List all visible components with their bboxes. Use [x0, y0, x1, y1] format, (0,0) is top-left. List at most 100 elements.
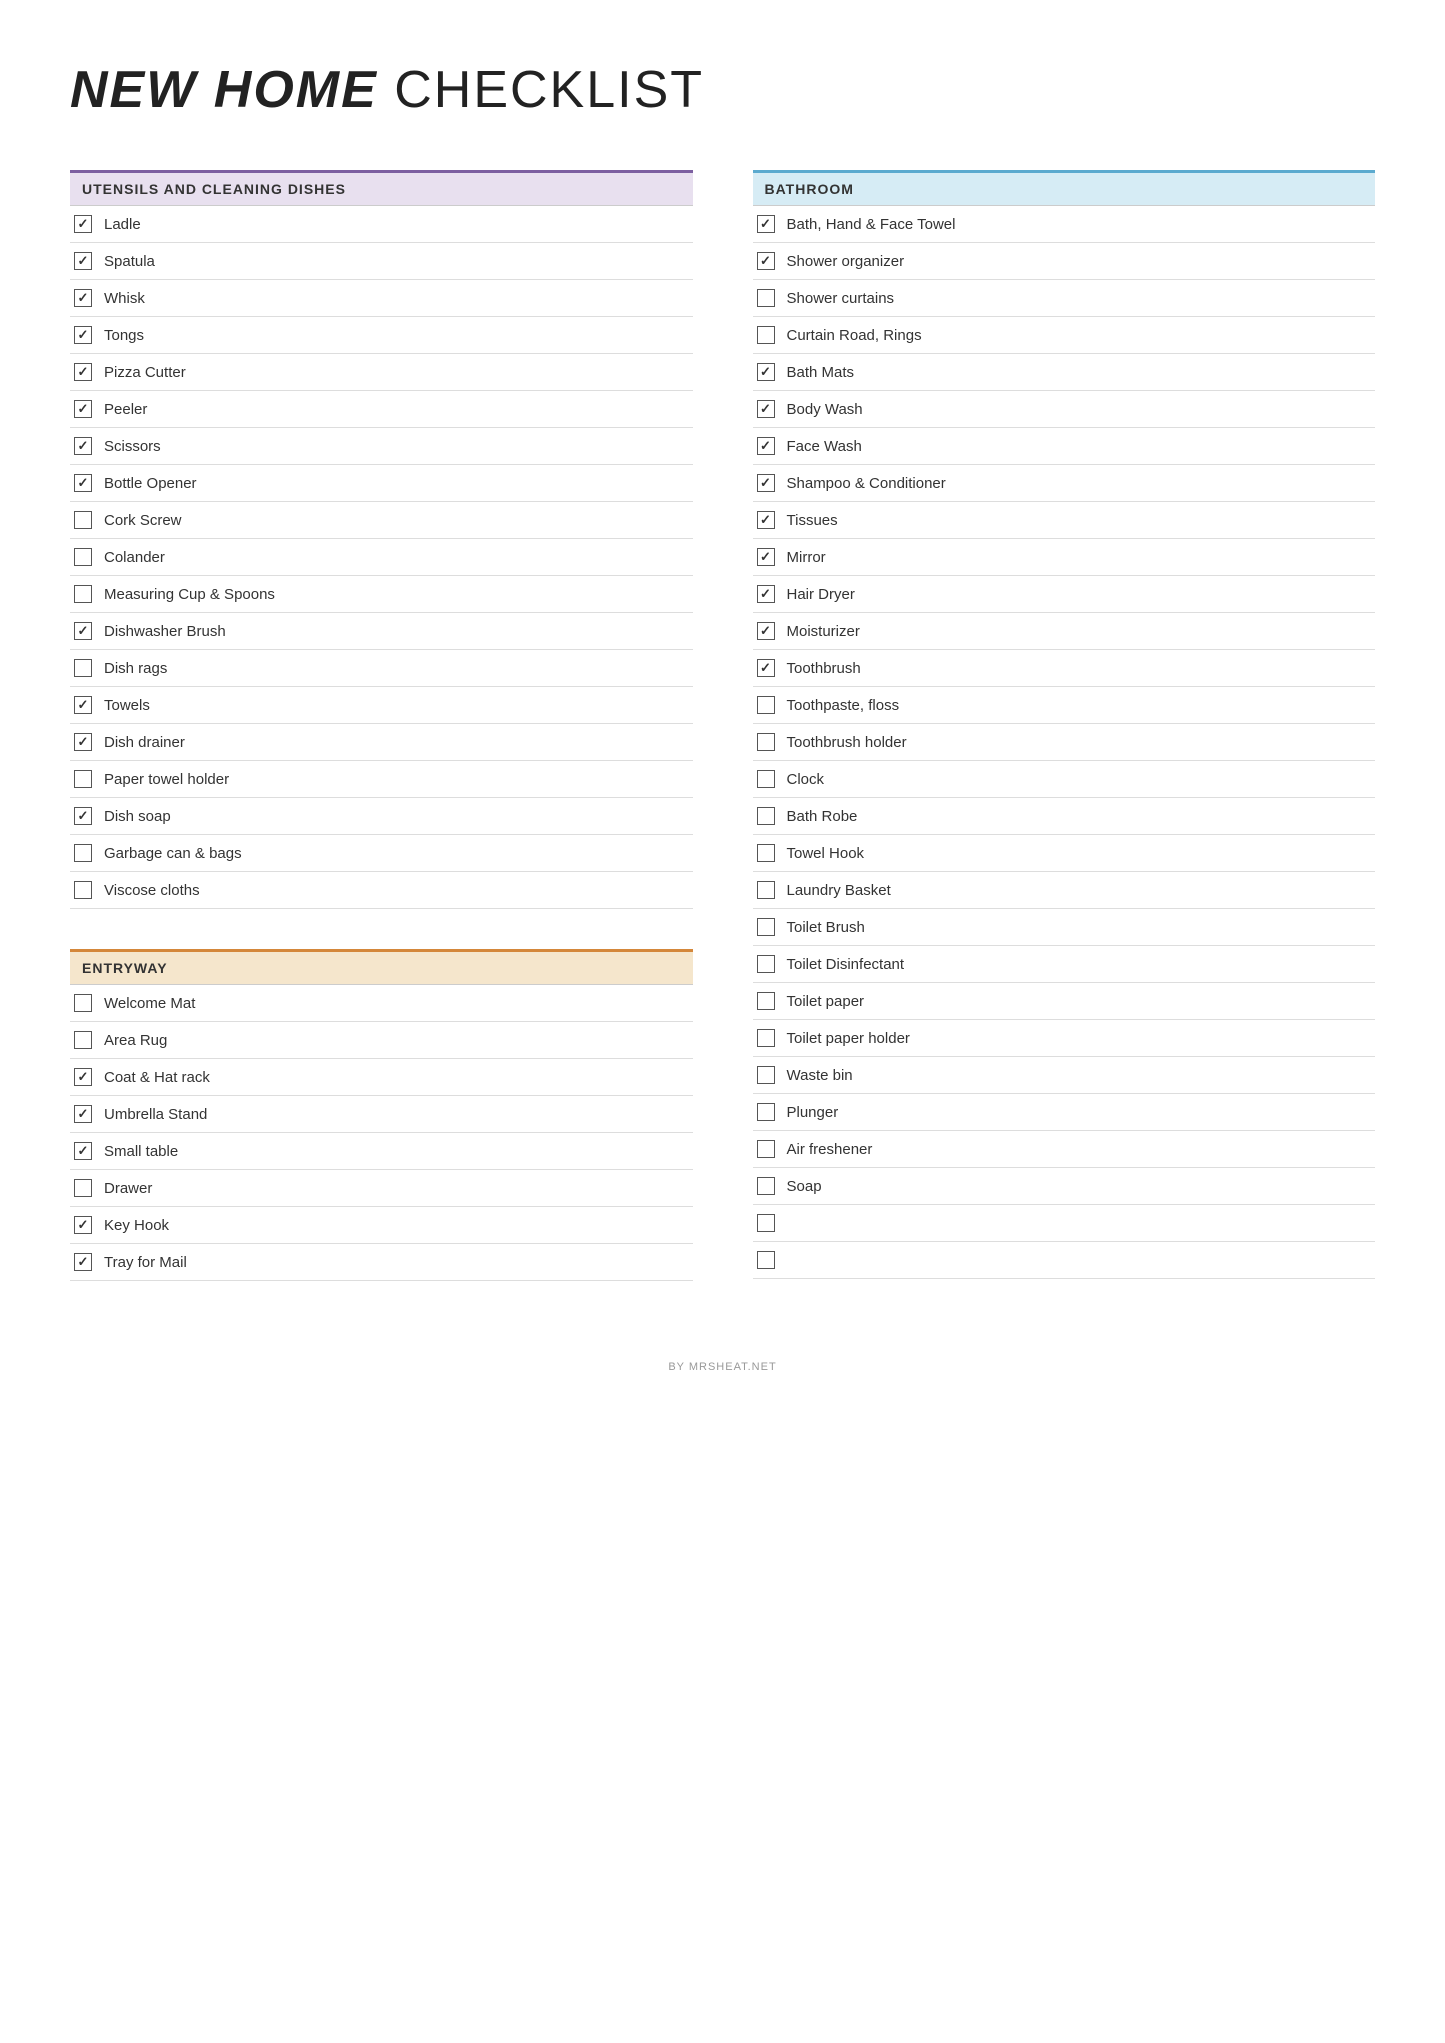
list-item[interactable]: Dishwasher Brush — [70, 613, 693, 650]
list-item[interactable]: Colander — [70, 539, 693, 576]
checkbox[interactable] — [757, 881, 775, 899]
checkbox[interactable] — [74, 548, 92, 566]
list-item[interactable]: Cork Screw — [70, 502, 693, 539]
list-item[interactable]: Scissors — [70, 428, 693, 465]
list-item[interactable]: Tissues — [753, 502, 1376, 539]
list-item[interactable]: Dish rags — [70, 650, 693, 687]
checkbox[interactable] — [74, 326, 92, 344]
list-item[interactable]: Spatula — [70, 243, 693, 280]
checkbox[interactable] — [74, 1253, 92, 1271]
list-item[interactable]: Clock — [753, 761, 1376, 798]
checkbox[interactable] — [757, 807, 775, 825]
list-item[interactable]: Hair Dryer — [753, 576, 1376, 613]
list-item[interactable]: Toothbrush — [753, 650, 1376, 687]
checkbox[interactable] — [74, 1179, 92, 1197]
list-item[interactable]: Area Rug — [70, 1022, 693, 1059]
list-item[interactable]: Drawer — [70, 1170, 693, 1207]
checkbox[interactable] — [757, 992, 775, 1010]
list-item[interactable]: Paper towel holder — [70, 761, 693, 798]
checkbox[interactable] — [74, 1216, 92, 1234]
list-item[interactable]: Bath, Hand & Face Towel — [753, 206, 1376, 243]
checkbox[interactable] — [74, 437, 92, 455]
checkbox[interactable] — [757, 844, 775, 862]
list-item[interactable]: Whisk — [70, 280, 693, 317]
list-item[interactable]: Curtain Road, Rings — [753, 317, 1376, 354]
checkbox[interactable] — [757, 511, 775, 529]
checkbox[interactable] — [74, 994, 92, 1012]
list-item[interactable]: Pizza Cutter — [70, 354, 693, 391]
checkbox[interactable] — [74, 1105, 92, 1123]
checkbox[interactable] — [757, 215, 775, 233]
list-item[interactable]: Shower organizer — [753, 243, 1376, 280]
checkbox[interactable] — [74, 844, 92, 862]
checkbox[interactable] — [74, 215, 92, 233]
list-item[interactable]: Laundry Basket — [753, 872, 1376, 909]
list-item[interactable]: Tray for Mail — [70, 1244, 693, 1281]
checkbox[interactable] — [757, 918, 775, 936]
list-item[interactable]: Dish soap — [70, 798, 693, 835]
list-item[interactable]: Tongs — [70, 317, 693, 354]
list-item[interactable]: Plunger — [753, 1094, 1376, 1131]
checkbox[interactable] — [74, 289, 92, 307]
list-item[interactable] — [753, 1205, 1376, 1242]
list-item[interactable] — [753, 1242, 1376, 1279]
list-item[interactable]: Bath Mats — [753, 354, 1376, 391]
list-item[interactable]: Mirror — [753, 539, 1376, 576]
checkbox[interactable] — [757, 400, 775, 418]
list-item[interactable]: Key Hook — [70, 1207, 693, 1244]
list-item[interactable]: Waste bin — [753, 1057, 1376, 1094]
list-item[interactable]: Shower curtains — [753, 280, 1376, 317]
list-item[interactable]: Body Wash — [753, 391, 1376, 428]
list-item[interactable]: Air freshener — [753, 1131, 1376, 1168]
checkbox[interactable] — [757, 1066, 775, 1084]
checkbox[interactable] — [757, 1251, 775, 1269]
checkbox[interactable] — [757, 585, 775, 603]
checkbox[interactable] — [74, 881, 92, 899]
list-item[interactable]: Toilet Brush — [753, 909, 1376, 946]
list-item[interactable]: Bath Robe — [753, 798, 1376, 835]
checkbox[interactable] — [74, 696, 92, 714]
list-item[interactable]: Soap — [753, 1168, 1376, 1205]
checkbox[interactable] — [757, 696, 775, 714]
checkbox[interactable] — [74, 1142, 92, 1160]
checkbox[interactable] — [757, 326, 775, 344]
list-item[interactable]: Umbrella Stand — [70, 1096, 693, 1133]
checkbox[interactable] — [757, 622, 775, 640]
checkbox[interactable] — [757, 1177, 775, 1195]
checkbox[interactable] — [74, 1068, 92, 1086]
checkbox[interactable] — [74, 585, 92, 603]
list-item[interactable]: Toothpaste, floss — [753, 687, 1376, 724]
checkbox[interactable] — [74, 400, 92, 418]
checkbox[interactable] — [757, 252, 775, 270]
checkbox[interactable] — [757, 548, 775, 566]
list-item[interactable]: Toilet paper — [753, 983, 1376, 1020]
checkbox[interactable] — [757, 733, 775, 751]
list-item[interactable]: Dish drainer — [70, 724, 693, 761]
checkbox[interactable] — [757, 659, 775, 677]
checkbox[interactable] — [74, 622, 92, 640]
list-item[interactable]: Garbage can & bags — [70, 835, 693, 872]
checkbox[interactable] — [757, 289, 775, 307]
checkbox[interactable] — [757, 363, 775, 381]
checkbox[interactable] — [74, 511, 92, 529]
list-item[interactable]: Measuring Cup & Spoons — [70, 576, 693, 613]
checkbox[interactable] — [757, 474, 775, 492]
checkbox[interactable] — [74, 1031, 92, 1049]
list-item[interactable]: Toilet paper holder — [753, 1020, 1376, 1057]
list-item[interactable]: Face Wash — [753, 428, 1376, 465]
checkbox[interactable] — [74, 363, 92, 381]
list-item[interactable]: Coat & Hat rack — [70, 1059, 693, 1096]
checkbox[interactable] — [757, 437, 775, 455]
list-item[interactable]: Peeler — [70, 391, 693, 428]
checkbox[interactable] — [757, 955, 775, 973]
list-item[interactable]: Ladle — [70, 206, 693, 243]
list-item[interactable]: Towels — [70, 687, 693, 724]
checkbox[interactable] — [74, 770, 92, 788]
checkbox[interactable] — [757, 1029, 775, 1047]
list-item[interactable]: Welcome Mat — [70, 985, 693, 1022]
checkbox[interactable] — [74, 474, 92, 492]
list-item[interactable]: Moisturizer — [753, 613, 1376, 650]
list-item[interactable]: Toothbrush holder — [753, 724, 1376, 761]
checkbox[interactable] — [74, 659, 92, 677]
checkbox[interactable] — [757, 1214, 775, 1232]
